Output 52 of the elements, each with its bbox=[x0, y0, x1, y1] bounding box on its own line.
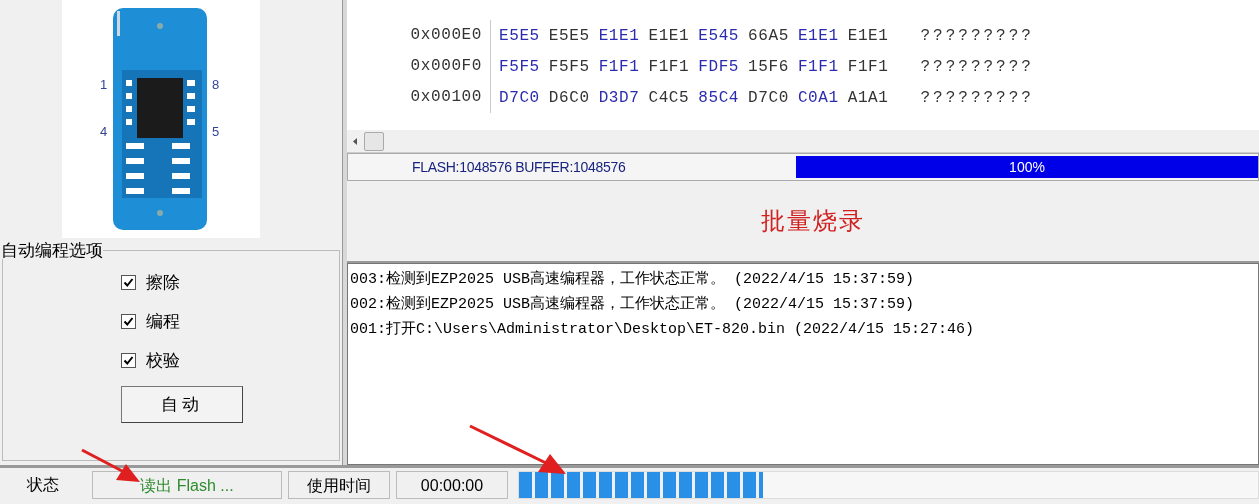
pin-number: 4 bbox=[100, 124, 108, 139]
hex-word: E545 bbox=[698, 26, 740, 45]
group-title: 自动编程选项 bbox=[1, 242, 103, 259]
hex-word: C4C5 bbox=[648, 88, 690, 107]
auto-button[interactable]: 自动 bbox=[121, 386, 243, 423]
time-label: 使用时间 bbox=[288, 471, 390, 499]
option-checkbox[interactable]: 编程 bbox=[121, 302, 180, 341]
hex-word: D6C0 bbox=[548, 88, 590, 107]
hex-word: D7C0 bbox=[748, 88, 789, 107]
progress-reading: 100% bbox=[1008, 158, 1046, 177]
hex-word: E5E5 bbox=[548, 26, 590, 45]
hex-word: F5F5 bbox=[499, 57, 540, 76]
hex-ascii: ????????? bbox=[920, 88, 1034, 107]
hex-word: FDF5 bbox=[698, 57, 740, 76]
mode-title: 批量烧录 bbox=[761, 206, 865, 236]
hex-word: 66A5 bbox=[748, 26, 789, 45]
hex-word: D3D7 bbox=[598, 88, 640, 107]
log-line: 003:检测到EZP2025 USB高速编程器，工作状态正常。 (2022/4/15 15:37:59) bbox=[350, 269, 916, 290]
pin-number: 1 bbox=[100, 77, 108, 92]
log-line: 001:打开C:\Users\Administrator\Desktop\ET-820.bin (2022/4/15 15:27:46) bbox=[350, 320, 976, 340]
hex-word: E1E1 bbox=[598, 26, 640, 45]
hex-word: 15F6 bbox=[748, 57, 789, 76]
option-checkbox[interactable]: 擦除 bbox=[121, 263, 180, 302]
hex-word: E1E1 bbox=[797, 26, 839, 45]
pin-number: 8 bbox=[212, 77, 220, 92]
hex-word: E5E5 bbox=[499, 26, 540, 45]
hex-word: E1E1 bbox=[648, 26, 690, 45]
hex-address: 0x000E0 bbox=[347, 20, 491, 51]
hex-address: 0x000F0 bbox=[347, 51, 491, 82]
hex-word: F1F1 bbox=[598, 57, 640, 76]
status-text: 读出 Flash ... bbox=[92, 471, 282, 499]
status-label: 状态 bbox=[26, 475, 60, 495]
hex-word: F1F1 bbox=[797, 57, 839, 76]
log-line: 002:检测到EZP2025 USB高速编程器，工作状态正常。 (2022/4/15 15:37:59) bbox=[350, 294, 916, 315]
hex-ascii: ????????? bbox=[920, 26, 1034, 45]
hex-word: D7C0 bbox=[499, 88, 540, 107]
buffer-info: FLASH:1048576 BUFFER:1048576 bbox=[411, 159, 627, 175]
hex-address: 0x00100 bbox=[347, 82, 491, 113]
hex-word: F1F1 bbox=[847, 57, 889, 76]
scroll-left-icon[interactable] bbox=[353, 137, 358, 145]
hex-word: E1E1 bbox=[847, 26, 889, 45]
hex-ascii: ????????? bbox=[920, 57, 1034, 76]
option-checkbox[interactable]: 校验 bbox=[121, 341, 180, 380]
pin-number: 5 bbox=[212, 124, 220, 139]
hex-word: C0A1 bbox=[797, 88, 839, 107]
hex-word: A1A1 bbox=[847, 88, 889, 107]
hex-word: 85C4 bbox=[698, 88, 740, 107]
hex-word: F5F5 bbox=[548, 57, 590, 76]
arrow-annotation bbox=[80, 448, 142, 484]
scroll-thumb[interactable] bbox=[364, 131, 384, 151]
hex-word: F1F1 bbox=[648, 57, 690, 76]
elapsed-time: 00:00:00 bbox=[396, 471, 508, 499]
